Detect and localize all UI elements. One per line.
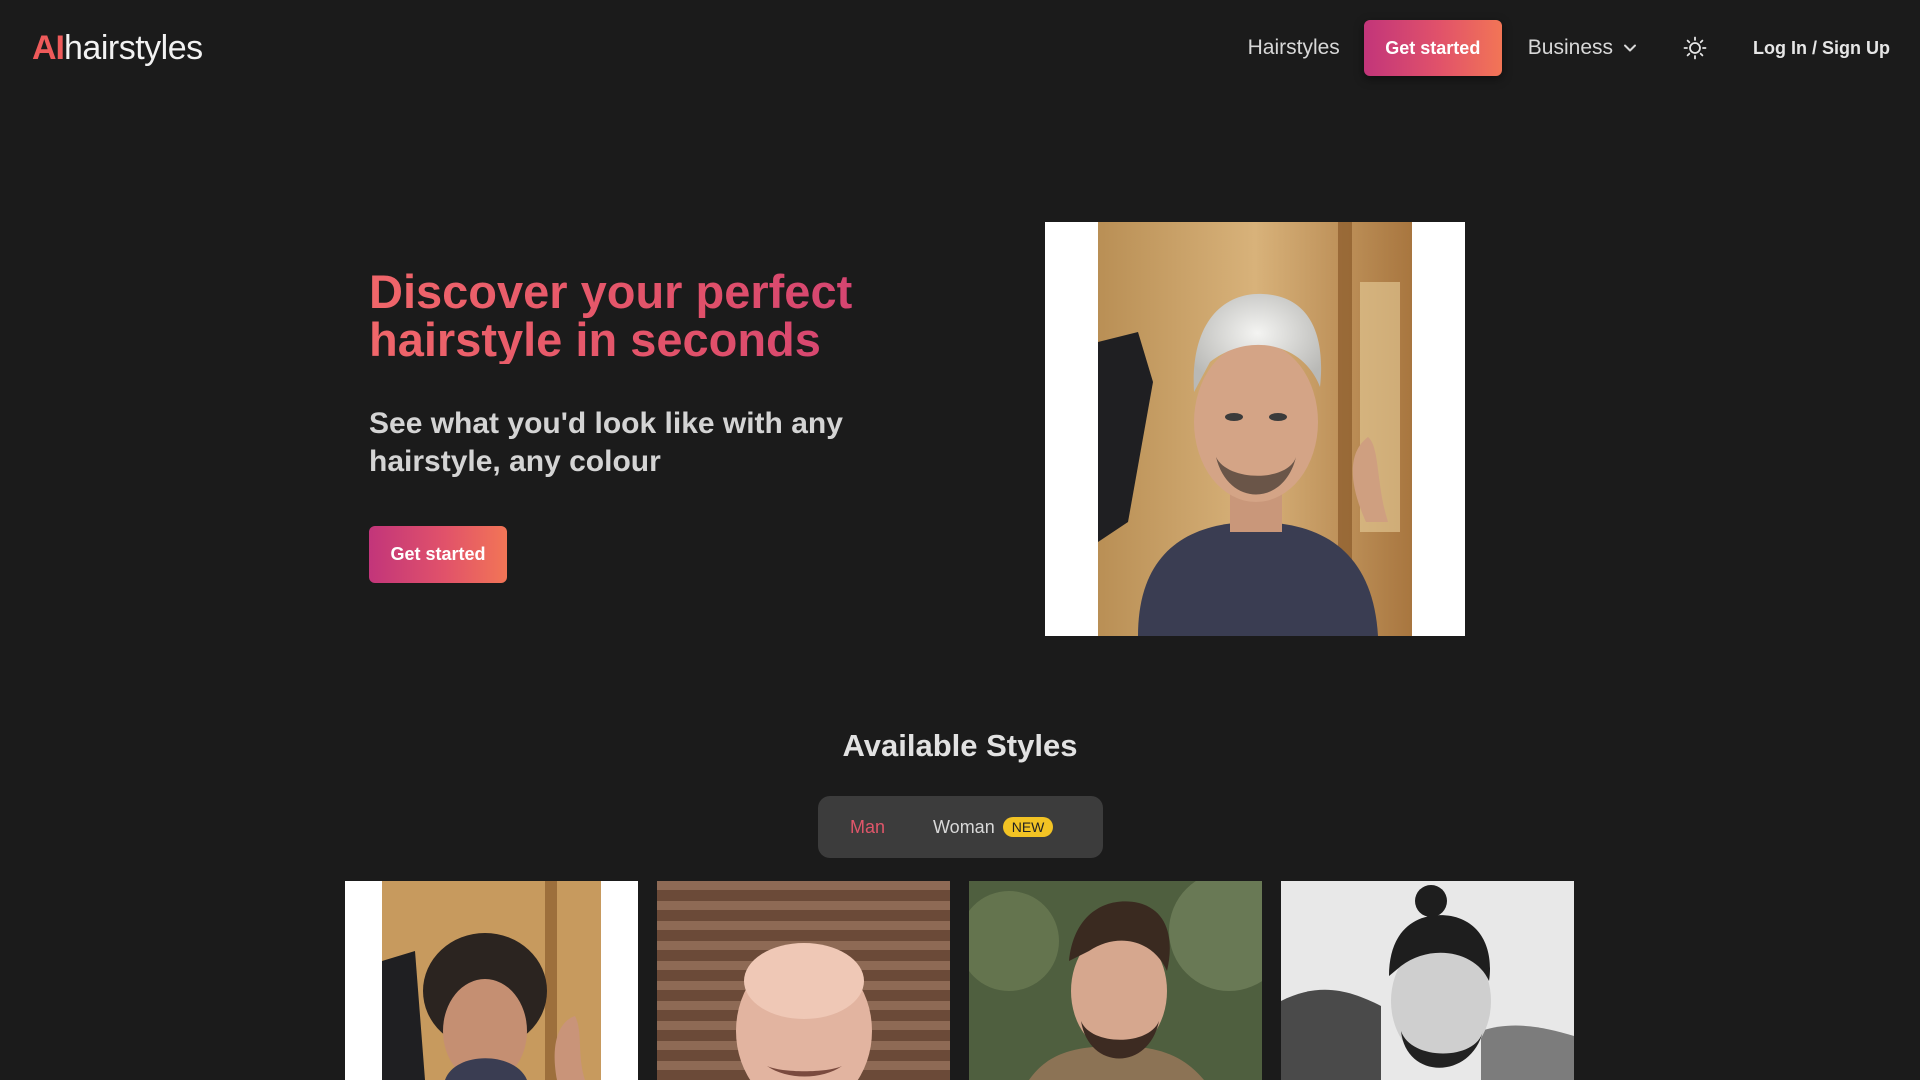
- style-photo: [382, 881, 601, 1080]
- style-photo: [969, 881, 1262, 1080]
- logo-text: hairstyles: [64, 28, 203, 67]
- hero-title: Discover your perfect hairstyle in secon…: [369, 268, 929, 364]
- styles-section-title: Available Styles: [842, 728, 1078, 763]
- hero-image-frame: [1045, 222, 1465, 636]
- style-card-side-part[interactable]: [969, 881, 1262, 1080]
- chevron-down-icon: [1624, 44, 1637, 52]
- gender-tabs: Man Woman NEW: [818, 796, 1103, 858]
- nav-hairstyles-link[interactable]: Hairstyles: [1248, 36, 1340, 60]
- theme-toggle[interactable]: [1681, 34, 1709, 62]
- nav-business-label: Business: [1527, 36, 1614, 59]
- page: AI hairstyles Hairstyles Get started Busi…: [0, 0, 1920, 1080]
- hero-photo: [1098, 222, 1412, 636]
- style-card-man-bun[interactable]: [1281, 881, 1574, 1080]
- nav-business-dropdown[interactable]: Business: [1528, 36, 1637, 60]
- logo-ai: AI: [32, 28, 65, 67]
- login-signup-link[interactable]: Log In / Sign Up: [1753, 38, 1890, 59]
- logo[interactable]: AI hairstyles: [32, 29, 203, 68]
- top-nav: AI hairstyles Hairstyles Get started Busi…: [0, 0, 1920, 96]
- style-card-curly[interactable]: [345, 881, 638, 1080]
- style-photo: [1281, 881, 1574, 1080]
- style-card-bald[interactable]: [657, 881, 950, 1080]
- hero-subtitle: See what you'd look like with any hairst…: [369, 407, 843, 478]
- nav-get-started-button[interactable]: Get started: [1363, 20, 1502, 76]
- hero-get-started-button[interactable]: Get started: [369, 526, 507, 583]
- new-badge: NEW: [1002, 817, 1054, 837]
- tab-man[interactable]: Man: [850, 817, 885, 838]
- nav-links: Hairstyles Get started Business Log In /…: [1248, 0, 1890, 96]
- style-photo: [657, 881, 950, 1080]
- sun-icon: [1683, 36, 1707, 60]
- tab-woman[interactable]: Woman NEW: [933, 816, 1054, 838]
- tab-woman-label: Woman: [933, 816, 995, 837]
